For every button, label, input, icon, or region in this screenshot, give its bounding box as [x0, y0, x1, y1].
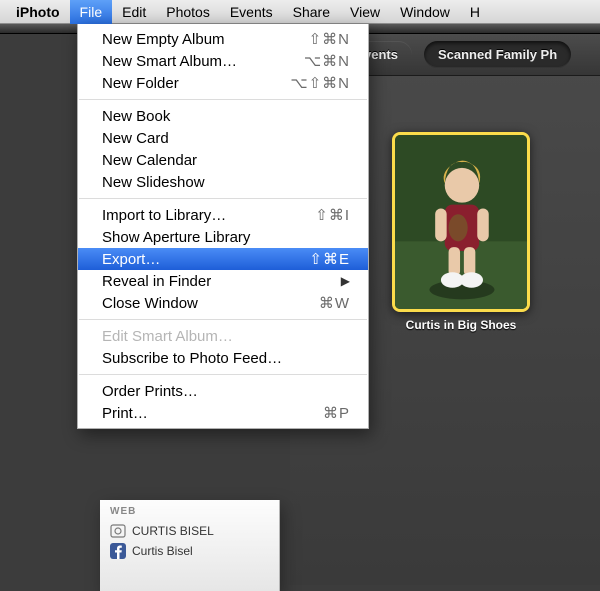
menu-label: New Smart Album…	[102, 53, 237, 70]
menu-new-card[interactable]: New Card	[78, 127, 368, 149]
menubar-item-file[interactable]: File	[70, 0, 113, 24]
menubar-item-edit[interactable]: Edit	[112, 0, 156, 24]
menubar-item-window[interactable]: Window	[390, 0, 460, 24]
menu-label: Export…	[102, 251, 160, 268]
menu-shortcut: ⌥⇧⌘N	[290, 74, 350, 92]
submenu-arrow-icon: ▶	[341, 274, 350, 288]
menu-label: Subscribe to Photo Feed…	[102, 350, 282, 367]
photo-frame	[392, 132, 530, 312]
menu-label: Import to Library…	[102, 207, 226, 224]
menu-label: Reveal in Finder	[102, 273, 211, 290]
menu-label: Print…	[102, 405, 148, 422]
menu-print[interactable]: Print… ⌘P	[78, 402, 368, 424]
menubar-app[interactable]: iPhoto	[6, 0, 70, 24]
sidebar-web-section: WEB CURTIS BISEL Curtis Bisel	[100, 500, 280, 591]
menu-reveal-in-finder[interactable]: Reveal in Finder ▶	[78, 270, 368, 292]
menu-edit-smart-album: Edit Smart Album…	[78, 325, 368, 347]
menu-shortcut: ⇧⌘N	[309, 30, 350, 48]
menu-new-empty-album[interactable]: New Empty Album ⇧⌘N	[78, 28, 368, 50]
menu-label: New Folder	[102, 75, 179, 92]
menu-separator	[79, 99, 367, 100]
tab-scanned-family[interactable]: Scanned Family Ph	[424, 41, 571, 68]
menubar: iPhoto File Edit Photos Events Share Vie…	[0, 0, 600, 24]
menubar-item-events[interactable]: Events	[220, 0, 283, 24]
photo-thumbnail[interactable]: Curtis in Big Shoes	[392, 132, 530, 332]
menu-export[interactable]: Export… ⇧⌘E	[78, 248, 368, 270]
menu-new-folder[interactable]: New Folder ⌥⇧⌘N	[78, 72, 368, 94]
menu-separator	[79, 319, 367, 320]
menu-label: New Slideshow	[102, 174, 205, 191]
menu-label: New Calendar	[102, 152, 197, 169]
menu-label: Edit Smart Album…	[102, 328, 233, 345]
menu-import-to-library[interactable]: Import to Library… ⇧⌘I	[78, 204, 368, 226]
menubar-item-share[interactable]: Share	[283, 0, 340, 24]
menu-shortcut: ⌘W	[319, 294, 350, 312]
sidebar-item-mobileme[interactable]: CURTIS BISEL	[106, 521, 273, 541]
menubar-item-help[interactable]: H	[460, 0, 490, 24]
sidebar-heading-web: WEB	[106, 504, 273, 521]
menu-separator	[79, 198, 367, 199]
menu-show-aperture-library[interactable]: Show Aperture Library	[78, 226, 368, 248]
menu-shortcut: ⌥⌘N	[304, 52, 350, 70]
menu-new-calendar[interactable]: New Calendar	[78, 149, 368, 171]
menu-shortcut: ⌘P	[323, 404, 350, 422]
menubar-item-view[interactable]: View	[340, 0, 390, 24]
menu-separator	[79, 374, 367, 375]
menu-new-slideshow[interactable]: New Slideshow	[78, 171, 368, 193]
menu-label: Show Aperture Library	[102, 229, 250, 246]
menu-label: New Card	[102, 130, 169, 147]
menubar-item-photos[interactable]: Photos	[156, 0, 220, 24]
menu-new-smart-album[interactable]: New Smart Album… ⌥⌘N	[78, 50, 368, 72]
menu-label: Order Prints…	[102, 383, 198, 400]
sidebar-item-facebook[interactable]: Curtis Bisel	[106, 541, 273, 561]
menu-label: New Empty Album	[102, 31, 225, 48]
menu-subscribe-to-photo-feed[interactable]: Subscribe to Photo Feed…	[78, 347, 368, 369]
menu-label: New Book	[102, 108, 170, 125]
sidebar-item-label: Curtis Bisel	[132, 544, 193, 558]
sidebar-item-label: CURTIS BISEL	[132, 524, 214, 538]
photo-caption: Curtis in Big Shoes	[392, 318, 530, 332]
photo-image	[395, 135, 527, 309]
mobileme-icon	[110, 523, 126, 539]
file-menu: New Empty Album ⇧⌘N New Smart Album… ⌥⌘N…	[77, 24, 369, 429]
menu-label: Close Window	[102, 295, 198, 312]
menu-order-prints[interactable]: Order Prints…	[78, 380, 368, 402]
menu-shortcut: ⇧⌘I	[315, 206, 350, 224]
menu-shortcut: ⇧⌘E	[309, 250, 350, 268]
menu-close-window[interactable]: Close Window ⌘W	[78, 292, 368, 314]
facebook-icon	[110, 543, 126, 559]
menu-new-book[interactable]: New Book	[78, 105, 368, 127]
